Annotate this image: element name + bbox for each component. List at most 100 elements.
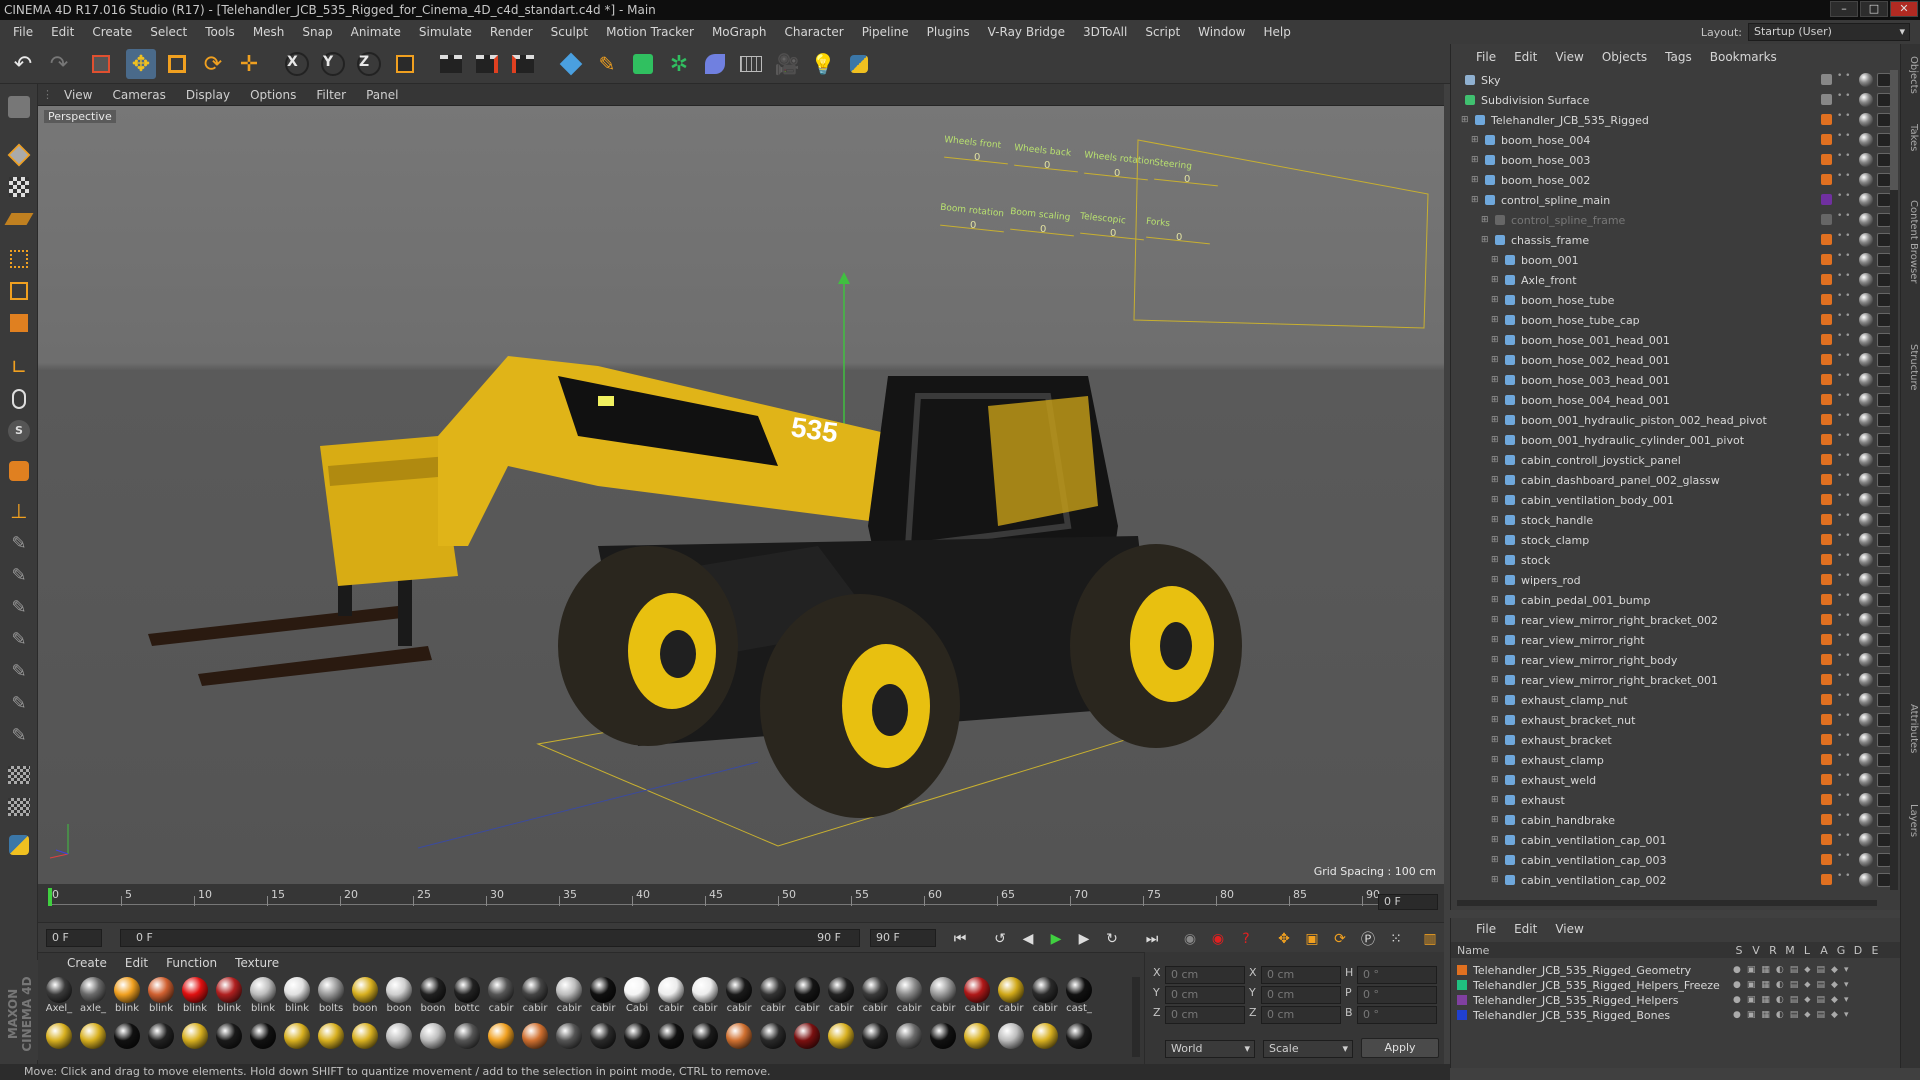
material-swatch[interactable] bbox=[758, 1023, 788, 1053]
extra-tag[interactable] bbox=[1877, 253, 1891, 267]
material-swatch[interactable] bbox=[588, 1023, 618, 1053]
max-frame-field[interactable]: 90 F bbox=[870, 929, 936, 947]
material-swatch[interactable] bbox=[248, 1023, 278, 1053]
material-swatch[interactable]: cabir bbox=[894, 977, 924, 1017]
visibility-dots-icon[interactable]: • • bbox=[1837, 832, 1850, 841]
visibility-dots-icon[interactable]: • • bbox=[1837, 92, 1850, 101]
material-swatch[interactable] bbox=[180, 1023, 210, 1053]
position-field[interactable]: 0 cm bbox=[1165, 1006, 1245, 1024]
extra-tag[interactable] bbox=[1877, 213, 1891, 227]
material-tag[interactable] bbox=[1859, 573, 1873, 587]
material-swatch[interactable] bbox=[316, 1023, 346, 1053]
snap-button[interactable]: S bbox=[4, 416, 34, 446]
extra-tag[interactable] bbox=[1877, 613, 1891, 627]
layer-row[interactable]: Telehandler_JCB_535_Rigged_Geometry ●▣▦◐▤… bbox=[1457, 962, 1893, 978]
layer-color-tag[interactable] bbox=[1821, 114, 1832, 125]
visibility-dots-icon[interactable]: • • bbox=[1837, 872, 1850, 881]
object-row[interactable]: ⊞ control_spline_main • • bbox=[1457, 190, 1897, 210]
visibility-dots-icon[interactable]: • • bbox=[1837, 212, 1850, 221]
layer-toggle-icons[interactable]: ●▣▦◐▤⬥▤◆▾ bbox=[1733, 965, 1854, 975]
live-selection-button[interactable] bbox=[86, 49, 116, 79]
viewport-menu-cameras[interactable]: Cameras bbox=[102, 88, 175, 102]
visibility-dots-icon[interactable]: • • bbox=[1837, 692, 1850, 701]
layer-row[interactable]: Telehandler_JCB_535_Rigged_Helpers_Freez… bbox=[1457, 977, 1893, 993]
rotation-field[interactable]: 0 ° bbox=[1357, 966, 1437, 984]
extra-tag[interactable] bbox=[1877, 693, 1891, 707]
material-swatch[interactable] bbox=[112, 1023, 142, 1053]
layer-color-tag[interactable] bbox=[1821, 574, 1832, 585]
object-row[interactable]: ⊞ boom_001_hydraulic_cylinder_001_pivot • … bbox=[1457, 430, 1897, 450]
object-row[interactable]: ⊞ exhaust_clamp_nut • • bbox=[1457, 690, 1897, 710]
transform-mode-dropdown[interactable]: Scale ▾ bbox=[1263, 1040, 1353, 1058]
timeline-ruler[interactable]: 0 5 10 15 20 25 30 35 40 45 50 55 60 65 70 75 80 85 90 bbox=[48, 888, 1420, 906]
rig-control-value[interactable]: 0 bbox=[970, 220, 976, 231]
viewport-menu-display[interactable]: Display bbox=[176, 88, 240, 102]
object-row[interactable]: ⊞ boom_hose_004_head_001 • • bbox=[1457, 390, 1897, 410]
script-button[interactable] bbox=[4, 830, 34, 860]
layer-column-header[interactable]: L bbox=[1801, 944, 1813, 957]
layer-color-swatch[interactable] bbox=[1457, 1010, 1467, 1020]
material-tag[interactable] bbox=[1859, 833, 1873, 847]
preview-range-slider[interactable]: 0 F 90 F bbox=[120, 929, 860, 947]
brush-tool-3[interactable]: ✎ bbox=[4, 592, 34, 622]
viewport-menu-panel[interactable]: Panel bbox=[356, 88, 408, 102]
layer-column-header[interactable]: M bbox=[1784, 944, 1796, 957]
brush-tool-4[interactable]: ✎ bbox=[4, 624, 34, 654]
material-tag[interactable] bbox=[1859, 133, 1873, 147]
layer-color-tag[interactable] bbox=[1821, 374, 1832, 385]
material-tag[interactable] bbox=[1859, 173, 1873, 187]
visibility-dots-icon[interactable]: • • bbox=[1837, 492, 1850, 501]
material-menu-edit[interactable]: Edit bbox=[116, 956, 157, 970]
visibility-dots-icon[interactable]: • • bbox=[1837, 732, 1850, 741]
visibility-dots-icon[interactable]: • • bbox=[1837, 332, 1850, 341]
object-row[interactable]: ⊞ exhaust_bracket • • bbox=[1457, 730, 1897, 750]
object-row[interactable]: ⊞ Telehandler_JCB_535_Rigged • • bbox=[1457, 110, 1897, 130]
extra-tag[interactable] bbox=[1877, 713, 1891, 727]
visibility-dots-icon[interactable]: • • bbox=[1837, 352, 1850, 361]
layer-color-tag[interactable] bbox=[1821, 554, 1832, 565]
expand-toggle-icon[interactable]: ⊞ bbox=[1491, 375, 1499, 385]
visibility-dots-icon[interactable]: • • bbox=[1837, 752, 1850, 761]
object-row[interactable]: ⊞ rear_view_mirror_right_bracket_002 • • bbox=[1457, 610, 1897, 630]
redo-button[interactable]: ↷ bbox=[44, 49, 74, 79]
material-swatch[interactable]: cabir bbox=[656, 977, 686, 1017]
key-pla-button[interactable]: ⁙ bbox=[1384, 928, 1408, 950]
object-menu-objects[interactable]: Objects bbox=[1593, 50, 1656, 64]
timeline-end-field[interactable]: 0 F bbox=[1378, 894, 1438, 910]
visibility-dots-icon[interactable]: • • bbox=[1837, 272, 1850, 281]
object-row[interactable]: ⊞ Axle_front • • bbox=[1457, 270, 1897, 290]
material-swatch[interactable]: bottc bbox=[452, 977, 482, 1017]
material-tag[interactable] bbox=[1859, 453, 1873, 467]
model-mode-button[interactable] bbox=[4, 140, 34, 170]
expand-toggle-icon[interactable]: ⊞ bbox=[1491, 595, 1499, 605]
layer-color-tag[interactable] bbox=[1821, 134, 1832, 145]
material-tag[interactable] bbox=[1859, 773, 1873, 787]
layout-dropdown[interactable]: Startup (User) ▾ bbox=[1748, 23, 1910, 41]
material-menu-create[interactable]: Create bbox=[58, 956, 116, 970]
material-tag[interactable] bbox=[1859, 213, 1873, 227]
viewport-menu-options[interactable]: Options bbox=[240, 88, 306, 102]
object-hscrollbar[interactable] bbox=[1457, 900, 1877, 906]
menu-create[interactable]: Create bbox=[83, 25, 141, 39]
extra-tag[interactable] bbox=[1877, 813, 1891, 827]
size-field[interactable]: 0 cm bbox=[1261, 986, 1341, 1004]
layer-color-tag[interactable] bbox=[1821, 814, 1832, 825]
material-tag[interactable] bbox=[1859, 413, 1873, 427]
expand-toggle-icon[interactable]: ⊞ bbox=[1491, 615, 1499, 625]
scale-tool-button[interactable] bbox=[162, 49, 192, 79]
object-row[interactable]: ⊞ cabin_ventilation_cap_003 • • bbox=[1457, 850, 1897, 870]
material-menu-texture[interactable]: Texture bbox=[226, 956, 288, 970]
tweak-mode-button[interactable] bbox=[4, 384, 34, 414]
layer-color-tag[interactable] bbox=[1821, 494, 1832, 505]
extra-tag[interactable] bbox=[1877, 473, 1891, 487]
material-swatch[interactable] bbox=[962, 1023, 992, 1053]
brush-tool-7[interactable]: ✎ bbox=[4, 720, 34, 750]
visibility-dots-icon[interactable]: • • bbox=[1837, 632, 1850, 641]
material-swatch[interactable] bbox=[792, 1023, 822, 1053]
layer-color-swatch[interactable] bbox=[1457, 995, 1467, 1005]
subdivision-button[interactable] bbox=[628, 49, 658, 79]
extra-tag[interactable] bbox=[1877, 413, 1891, 427]
visibility-dots-icon[interactable]: • • bbox=[1837, 652, 1850, 661]
material-tag[interactable] bbox=[1859, 393, 1873, 407]
layer-column-header[interactable]: A bbox=[1818, 944, 1830, 957]
